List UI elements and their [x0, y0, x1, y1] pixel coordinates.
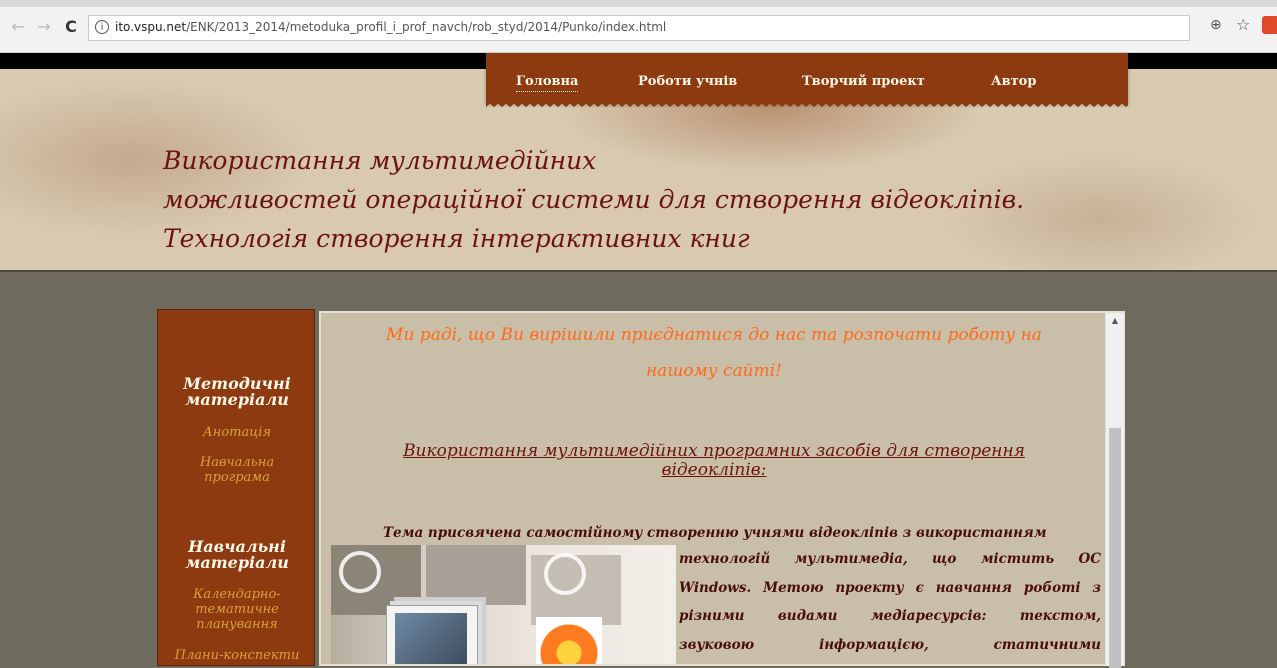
info-icon[interactable]: i [95, 20, 109, 34]
sidebar-link-line: тематичне [195, 602, 279, 617]
welcome-message: Ми раді, що Ви вирішили приєднатися до н… [321, 317, 1107, 389]
photo-stack-image [395, 613, 467, 664]
sidebar-link-line: Плани-конспекти [174, 648, 300, 663]
collage-photo [426, 545, 526, 605]
paragraph-line: Windows. Метою проекту є навчання роботі… [679, 579, 1101, 596]
paragraph-line: технологій мультимедіа, що містить ОС [679, 551, 1101, 567]
sidebar-heading-methodical: Методичні матеріали [158, 376, 316, 408]
play-circle-icon [339, 551, 381, 593]
back-arrow-icon[interactable]: ← [8, 17, 28, 37]
paragraph-first-line: Тема присвячена самостійному створенню у… [383, 525, 1047, 541]
subtitle-line: Використання мультимедійних програмних з… [403, 441, 1025, 461]
paragraph-line: звуковою інформацією, статичними [679, 636, 1101, 653]
site-title-line: можливостей операційної системи для ство… [163, 185, 1025, 214]
sidebar-heading-line: матеріали [185, 390, 289, 409]
tab-strip [0, 0, 1277, 7]
sidebar: Методичні матеріали Анотація Навчальна п… [157, 309, 315, 666]
sidebar-link-line: Навчальна [199, 455, 275, 470]
url-text[interactable]: ito.vspu.net/ENK/2013_2014/metoduka_prof… [115, 20, 666, 34]
header-divider [0, 270, 1277, 272]
sidebar-link-calendar-plan[interactable]: Календарно- тематичне планування [158, 587, 316, 632]
zoom-icon[interactable]: ⊕ [1210, 17, 1222, 33]
nav-student-works[interactable]: Роботи учнів [638, 74, 737, 89]
sidebar-heading-educational: Навчальні матеріали [158, 539, 316, 571]
nav-author[interactable]: Автор [991, 74, 1036, 89]
section-subtitle: Використання мультимедійних програмних з… [321, 442, 1107, 480]
sidebar-link-line: Календарно- [193, 587, 281, 602]
reload-icon[interactable]: C [61, 17, 81, 37]
welcome-line: нашому сайті! [645, 361, 783, 381]
nav-creative-project[interactable]: Творчий проект [802, 74, 925, 89]
url-domain: ito.vspu.net [115, 20, 187, 34]
sidebar-link-line: планування [196, 617, 278, 632]
sidebar-link-line: Анотація [202, 425, 272, 440]
sidebar-link-line: програма [204, 470, 270, 485]
top-navigation: Головна Роботи учнів Творчий проект Авто… [486, 53, 1128, 108]
site-title-line: Технологія створення інтерактивних книг [163, 224, 750, 253]
extension-icon[interactable] [1262, 16, 1277, 34]
sidebar-link-annotation[interactable]: Анотація [158, 425, 316, 440]
site-title: Використання мультимедійних можливостей … [163, 141, 1024, 258]
content-scrollbar[interactable]: ▲ [1105, 313, 1124, 668]
browser-toolbar: ← → C i ito.vspu.net/ENK/2013_2014/metod… [0, 0, 1277, 53]
address-bar[interactable]: i ito.vspu.net/ENK/2013_2014/metoduka_pr… [88, 15, 1190, 41]
multimedia-collage-image [331, 545, 676, 664]
bookmark-star-icon[interactable]: ☆ [1236, 15, 1250, 34]
sidebar-heading-line: матеріали [185, 553, 289, 572]
forward-arrow-icon[interactable]: → [34, 17, 54, 37]
sidebar-link-curriculum[interactable]: Навчальна програма [158, 455, 316, 485]
scroll-up-arrow-icon[interactable]: ▲ [1106, 313, 1124, 329]
welcome-line: Ми раді, що Ви вирішили приєднатися до н… [386, 325, 1042, 345]
flower-image [536, 617, 602, 664]
paragraph-body: технологій мультимедіа, що містить ОС Wi… [679, 545, 1101, 659]
paragraph-line: різними видами медіаресурсів: текстом, [679, 608, 1101, 624]
subtitle-line: відеокліпів: [661, 460, 767, 480]
play-circle-icon [544, 553, 586, 595]
site-title-line: Використання мультимедійних [163, 146, 597, 175]
nav-home[interactable]: Головна [516, 74, 579, 92]
content-frame[interactable]: Ми раді, що Ви вирішили приєднатися до н… [319, 311, 1125, 666]
url-path: /ENK/2013_2014/metoduka_profil_i_prof_na… [186, 20, 667, 34]
sidebar-link-lesson-plans[interactable]: Плани-конспекти [158, 648, 316, 663]
scroll-thumb[interactable] [1109, 428, 1121, 668]
